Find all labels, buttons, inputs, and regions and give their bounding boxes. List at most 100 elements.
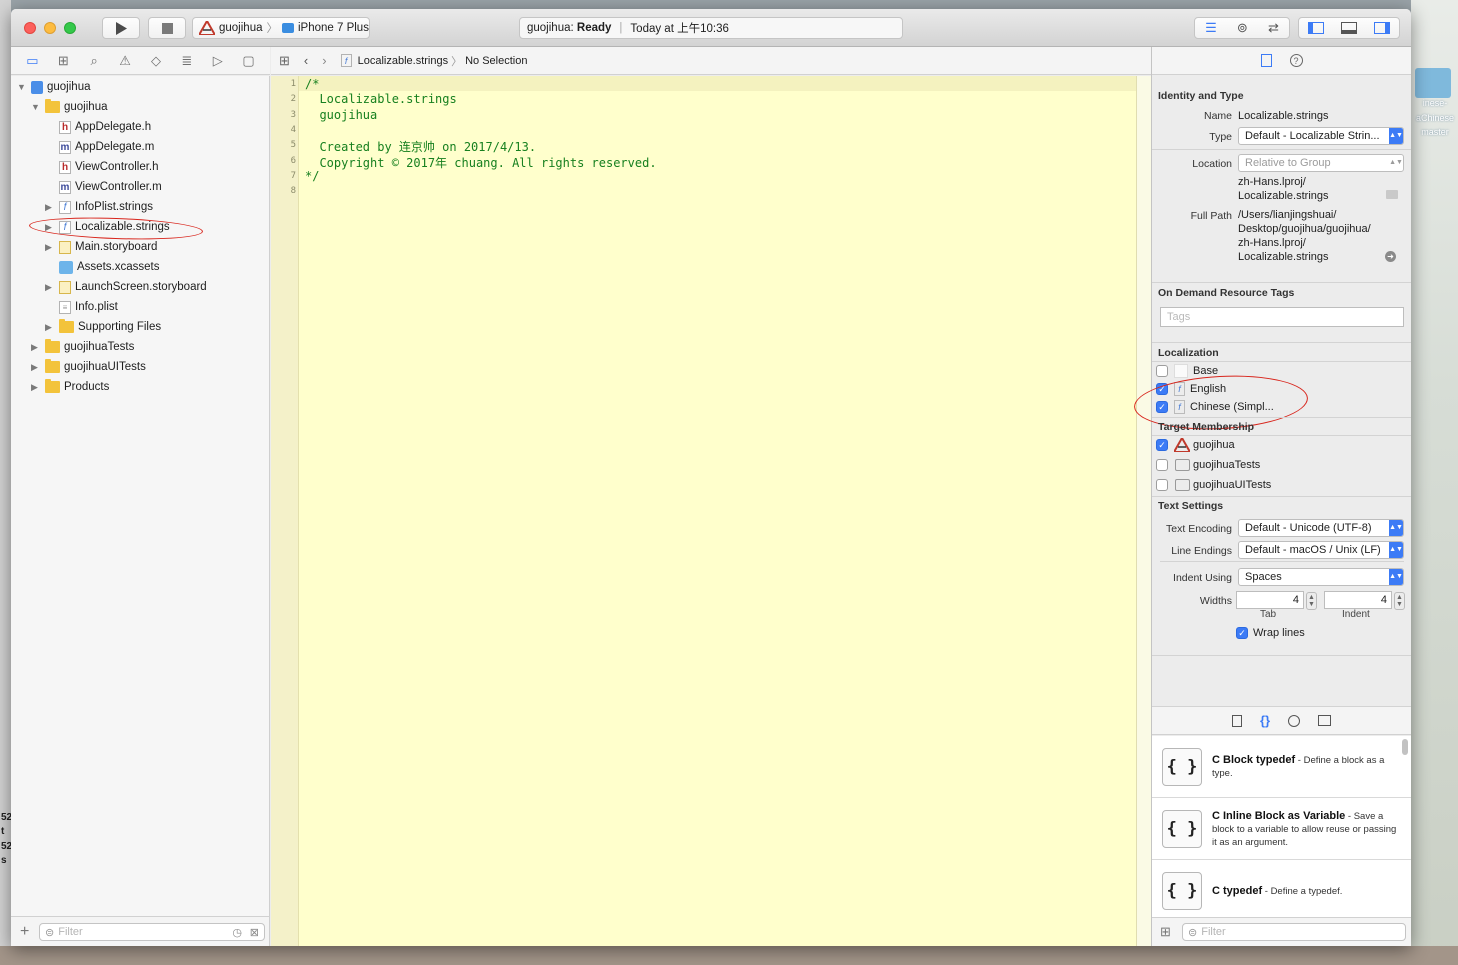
reveal-folder-icon[interactable] [1386,190,1398,199]
membership-row[interactable]: ✓ guojihua [1156,436,1408,454]
forward-arrow-icon[interactable]: › [322,53,326,68]
object-library-icon[interactable] [1288,714,1301,727]
location-popup[interactable]: Relative to Group ▲▼ [1238,154,1404,172]
reveal-in-finder-arrow-icon[interactable]: ➜ [1385,251,1396,262]
grid-view-icon[interactable]: ⊞ [1160,924,1171,940]
search-icon[interactable]: ⌕ [85,53,103,69]
test-navigator-icon[interactable]: ◇ [147,53,165,69]
localization-checkbox[interactable] [1156,365,1168,377]
tree-row-group[interactable]: ▶ Products [31,377,109,397]
tree-row-group[interactable]: ▶ guojihuaUITests [31,357,146,377]
wrap-lines-row[interactable]: ✓ Wrap lines [1236,624,1396,642]
breadcrumb-file[interactable]: Localizable.strings [358,55,449,67]
recent-files-icon[interactable]: ◷ [232,926,242,939]
version-editor-icon[interactable]: ⇄ [1268,20,1279,36]
tree-row-file[interactable]: ≡ Info.plist [59,297,118,317]
utilities-toggle-icon[interactable] [1374,22,1391,34]
warning-icon[interactable]: ⚠ [116,53,134,69]
debug-navigator-icon[interactable]: ≣ [178,53,196,69]
disclosure-closed-icon[interactable]: ▶ [45,322,55,333]
app-target-icon [1174,438,1190,452]
tree-row-project[interactable]: ▼ guojihua [17,77,90,97]
back-arrow-icon[interactable]: ‹ [304,53,308,68]
report-icon[interactable]: ▢ [240,53,258,69]
breakpoint-icon[interactable]: ▷ [209,53,227,69]
standard-editor-icon[interactable]: ☰ [1205,20,1217,36]
type-popup[interactable]: Default - Localizable Strin... ▲▼ [1238,127,1404,145]
navigator-toggle-icon[interactable] [1307,22,1324,34]
indent-width-field[interactable]: 4 [1324,591,1392,609]
tree-row-group[interactable]: ▶ Supporting Files [45,317,161,337]
debug-area-toggle-icon[interactable] [1340,22,1357,34]
disclosure-closed-icon[interactable]: ▶ [45,242,55,253]
membership-checkbox[interactable]: ✓ [1156,439,1168,451]
zoom-window-button[interactable] [64,22,76,34]
wrap-lines-checkbox[interactable]: ✓ [1236,627,1248,639]
tab-stepper-icon[interactable]: ▲ ▼ [1306,592,1317,610]
related-items-icon[interactable]: ⊞ [279,53,290,69]
stop-button[interactable] [148,17,186,39]
disclosure-closed-icon[interactable]: ▶ [45,282,55,293]
file-template-icon[interactable] [1231,714,1242,727]
tree-row-file[interactable]: ▶ LaunchScreen.storyboard [45,277,207,297]
file-inspector-icon[interactable] [1260,54,1272,67]
line-endings-popup[interactable]: Default - macOS / Unix (LF) ▲▼ [1238,541,1404,559]
quick-help-icon[interactable]: ? [1289,54,1303,67]
disclosure-closed-icon[interactable]: ▶ [31,382,41,393]
library-item[interactable]: { } C Block typedef - Define a block as … [1152,736,1411,798]
code-snippet-icon[interactable]: {} [1260,713,1270,728]
library-item-desc: - Define a typedef. [1262,886,1343,897]
membership-row[interactable]: guojihuaTests [1156,456,1408,474]
tab-width-field[interactable]: 4 [1236,591,1304,609]
library-item[interactable]: { } C Inline Block as Variable - Save a … [1152,798,1411,860]
navigator-filter-field[interactable]: ⊜ Filter ◷ ⊠ [39,923,265,941]
tree-row-file[interactable]: ▶ f InfoPlist.strings [45,197,153,217]
code-line[interactable]: Copyright © 2017年 chuang. All rights res… [305,154,656,171]
tags-field[interactable]: Tags [1160,307,1404,327]
add-icon[interactable]: + [20,923,29,941]
code-line[interactable]: /* [305,77,319,91]
tree-row-file[interactable]: m ViewController.m [59,177,162,197]
minimize-window-button[interactable] [44,22,56,34]
folder-icon[interactable]: ▭ [23,53,41,69]
tree-row-file[interactable]: Assets.xcassets [59,257,159,277]
editor-scrollbar[interactable] [1136,76,1151,946]
breadcrumb-selection[interactable]: No Selection [465,55,527,67]
library-scrollbar[interactable] [1402,739,1408,755]
assistant-editor-icon[interactable]: ⊚ [1237,20,1248,36]
tree-row-file[interactable]: m AppDelegate.m [59,137,154,157]
indent-using-popup[interactable]: Spaces ▲▼ [1238,568,1404,586]
disclosure-open-icon[interactable]: ▼ [31,102,41,112]
membership-row[interactable]: guojihuaUITests [1156,476,1408,494]
library-filter-bar: ⊞ ⊜ Filter [1152,917,1411,946]
code-line[interactable]: guojihua [305,108,377,122]
membership-checkbox[interactable] [1156,459,1168,471]
indent-stepper-icon[interactable]: ▲ ▼ [1394,592,1405,610]
run-button[interactable] [102,17,140,39]
line-number: 8 [290,186,296,197]
desktop-folder-icon[interactable] [1415,68,1451,98]
tree-row-file[interactable]: ▶ Main.storyboard [45,237,157,257]
name-value[interactable]: Localizable.strings [1238,110,1329,122]
disclosure-open-icon[interactable]: ▼ [17,82,27,92]
tree-row-file[interactable]: h AppDelegate.h [59,117,151,137]
tree-row-group[interactable]: ▶ guojihuaTests [31,337,134,357]
tree-label: InfoPlist.strings [75,201,153,213]
disclosure-closed-icon[interactable]: ▶ [31,362,41,373]
library-item[interactable]: { } C typedef - Define a typedef. [1152,860,1411,922]
symbol-navigator-icon[interactable]: ⊞ [54,53,72,69]
code-line[interactable]: Localizable.strings [305,92,456,106]
library-filter-field[interactable]: ⊜ Filter [1182,923,1406,941]
scm-filter-icon[interactable]: ⊠ [250,926,259,939]
membership-checkbox[interactable] [1156,479,1168,491]
scheme-selector[interactable]: guojihua 〉 iPhone 7 Plus [192,17,370,39]
close-window-button[interactable] [24,22,36,34]
code-line[interactable]: */ [305,169,319,183]
localization-row-base[interactable]: Base [1156,362,1408,380]
tree-row-file[interactable]: h ViewController.h [59,157,159,177]
tree-row-group[interactable]: ▼ guojihua [31,97,107,117]
disclosure-closed-icon[interactable]: ▶ [31,342,41,353]
encoding-popup[interactable]: Default - Unicode (UTF-8) ▲▼ [1238,519,1404,537]
disclosure-closed-icon[interactable]: ▶ [45,202,55,213]
media-library-icon[interactable] [1318,715,1332,726]
